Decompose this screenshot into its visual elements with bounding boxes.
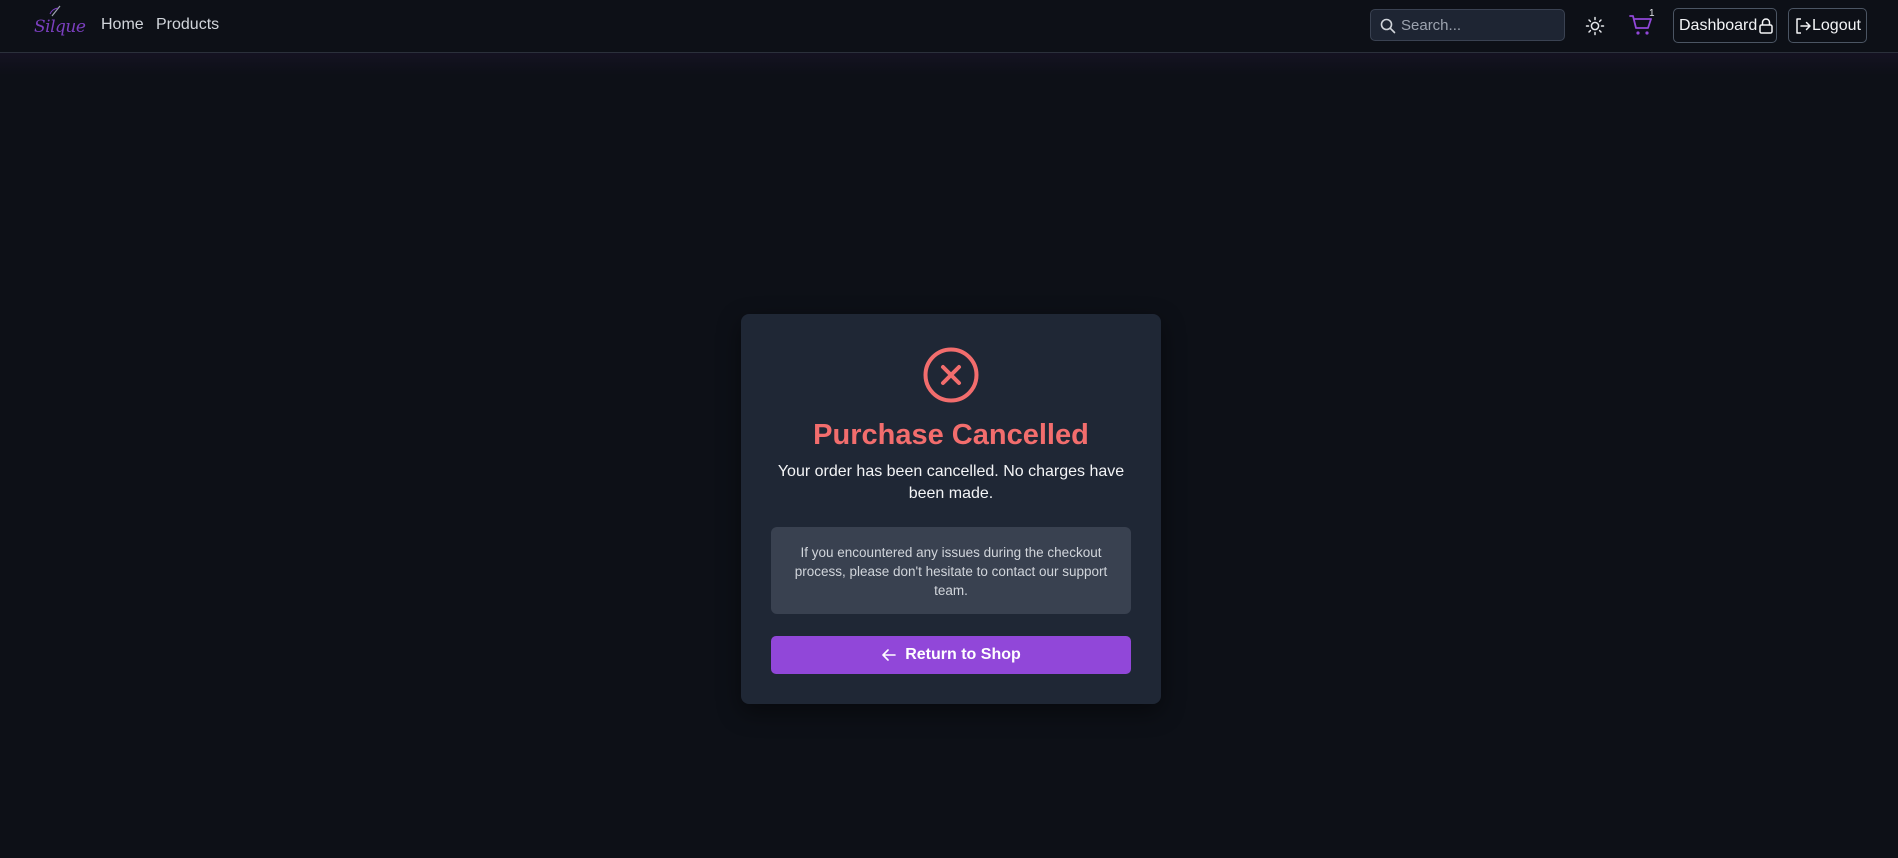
dashboard-label: Dashboard — [1679, 16, 1758, 34]
top-navbar: Silque Home Products 1 Dashboard — [0, 0, 1898, 53]
return-button-label: Return to Shop — [905, 646, 1021, 663]
logout-label: Logout — [1812, 16, 1861, 34]
page-title: Purchase Cancelled — [813, 419, 1089, 451]
lock-icon — [1759, 17, 1774, 34]
brand-logo[interactable]: Silque — [30, 4, 86, 46]
support-note: If you encountered any issues during the… — [771, 527, 1131, 614]
return-to-shop-button[interactable]: Return to Shop — [771, 636, 1131, 674]
logout-icon — [1796, 17, 1811, 34]
cancel-card: Purchase Cancelled Your order has been c… — [741, 314, 1161, 704]
search-box[interactable] — [1370, 9, 1565, 41]
logout-button[interactable]: Logout — [1788, 8, 1867, 43]
navbar-glow — [0, 53, 1898, 75]
nav-home-link[interactable]: Home — [101, 16, 144, 34]
nav-products-link[interactable]: Products — [156, 16, 219, 34]
support-note-text: If you encountered any issues during the… — [794, 545, 1108, 598]
logo-text: Silque — [34, 17, 86, 37]
cart-count-badge: 1 — [1649, 8, 1655, 19]
arrow-left-icon — [882, 649, 897, 661]
sun-icon[interactable] — [1584, 15, 1606, 37]
search-icon — [1380, 18, 1396, 34]
cancel-message: Your order has been cancelled. No charge… — [777, 463, 1125, 502]
dashboard-button[interactable]: Dashboard — [1673, 8, 1777, 43]
search-input[interactable] — [1401, 10, 1561, 40]
x-circle-icon — [923, 347, 979, 403]
